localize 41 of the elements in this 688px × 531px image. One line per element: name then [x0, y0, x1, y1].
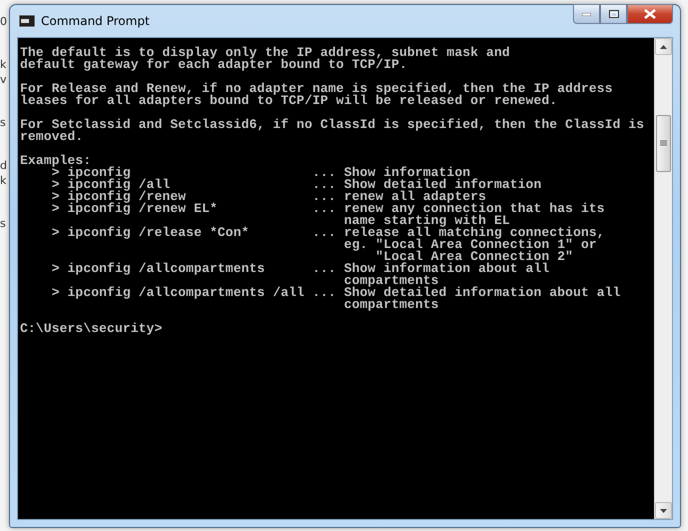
background-text: d [0, 158, 7, 173]
console-line: > ipconfig /allcompartments /all ... Show detailed information about all [50, 287, 622, 299]
console-line: C:\Users\security> [20, 323, 164, 335]
console-line: default gateway for each adapter bound to TCP/IP. [20, 59, 408, 71]
console-line: removed. [20, 131, 84, 143]
maximize-button[interactable] [600, 4, 627, 24]
console-line: > ipconfig ... Show information [52, 167, 470, 179]
console-line: "Local Area Connection 2" [376, 251, 574, 263]
up-arrow-icon [660, 44, 667, 48]
down-arrow-icon [660, 508, 667, 512]
console-icon [19, 15, 35, 27]
console-line: name starting with EL [342, 215, 510, 227]
close-button[interactable] [627, 4, 673, 24]
console-line: For Setclassid and Setclassid6, if no ClassId is specified, then the ClassId is [20, 119, 646, 131]
scroll-thumb[interactable] [656, 115, 671, 172]
console-line: The default is to display only the IP address, subnet mask and [20, 47, 511, 59]
console-line: eg. "Local Area Connection 1" or [342, 239, 597, 251]
console-line: Examples: [20, 155, 92, 167]
background-text: k [0, 57, 6, 72]
console-line: > ipconfig /renew ... renew all adapters [50, 191, 486, 203]
minimize-icon [582, 12, 591, 16]
maximize-icon [608, 10, 618, 18]
grip-icon [660, 140, 667, 147]
console-line: compartments [342, 299, 440, 311]
console-line: compartments [342, 275, 439, 287]
background-text: k [0, 173, 6, 188]
background-text: s [0, 115, 6, 130]
window-title: Command Prompt [41, 14, 151, 28]
console-line: For Release and Renew, if no adapter name is specified, then the IP address [20, 83, 614, 95]
console-line: > ipconfig /all ... Show detailed information [50, 179, 542, 191]
background-text: s [0, 216, 6, 231]
background-text: 0 [0, 14, 7, 29]
minimize-button[interactable] [573, 4, 600, 24]
background-text: v [0, 72, 7, 87]
console-line: > ipconfig /allcompartments ... Show information about all [50, 263, 550, 275]
console-line: > ipconfig /release *Con* ... release all matching connections, [50, 227, 606, 239]
scroll-down-button[interactable] [655, 502, 672, 519]
close-icon [644, 9, 656, 19]
console-line: leases for all adapters bound to TCP/IP will be released or renewed. [20, 95, 558, 107]
console-line: > ipconfig /renew EL* ... renew any connection that has its [50, 203, 606, 215]
scroll-up-button[interactable] [655, 38, 672, 55]
